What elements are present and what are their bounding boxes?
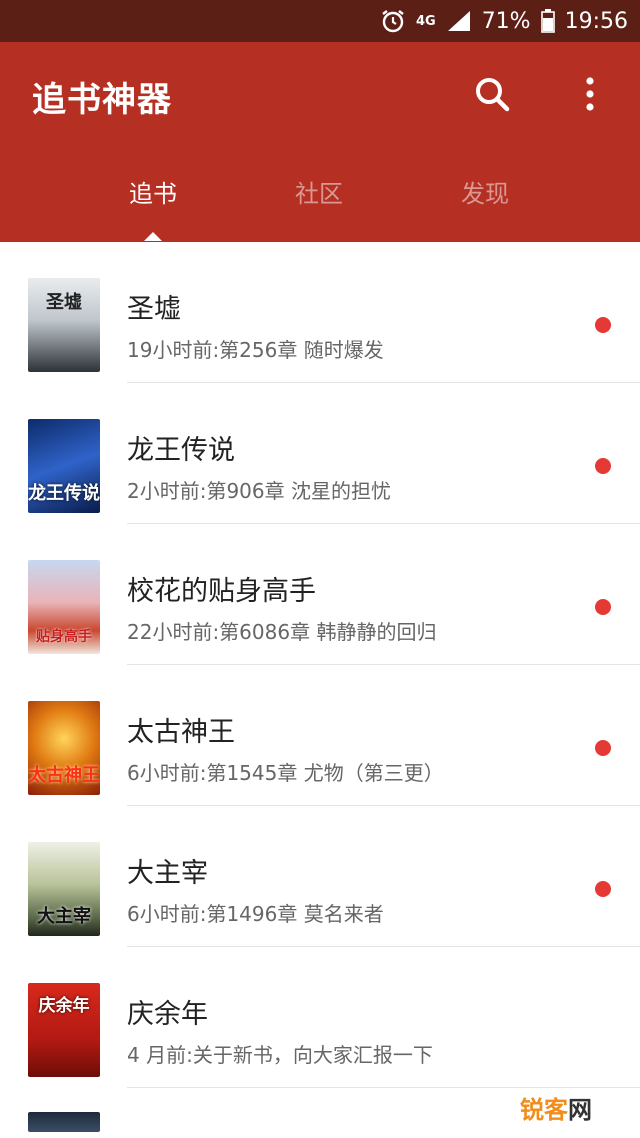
battery-icon <box>540 9 555 33</box>
app-bar: 追书神器 追书 社区 发现 <box>0 42 640 242</box>
status-bar: 4G 71% 19:56 <box>0 0 640 42</box>
cover-title: 大主宰 <box>37 906 91 927</box>
cover-title: 圣墟 <box>46 292 82 313</box>
book-cover: 圣墟 <box>28 278 100 372</box>
book-cover: 大主宰 <box>28 842 100 936</box>
book-latest-chapter: 4 月前:关于新书，向大家汇报一下 <box>127 1043 433 1067</box>
cover-title: 龙王传说 <box>28 483 100 504</box>
book-latest-chapter: 22小时前:第6086章 韩静静的回归 <box>127 620 437 644</box>
tab-label: 追书 <box>129 180 177 208</box>
tab-following[interactable]: 追书 <box>70 166 236 241</box>
cover-title: 庆余年 <box>38 996 90 1016</box>
clock: 19:56 <box>564 8 628 34</box>
more-vertical-icon <box>586 77 594 111</box>
alarm-icon <box>382 10 404 33</box>
cover-title: 贴身高手 <box>36 629 92 645</box>
app-title: 追书神器 <box>32 80 172 120</box>
watermark: 锐客网 <box>520 1090 592 1125</box>
signal-icon <box>447 11 470 31</box>
book-title: 校花的贴身高手 <box>127 576 316 607</box>
book-title: 大主宰 <box>127 858 208 889</box>
unread-dot <box>595 881 611 897</box>
book-title: 龙王传说 <box>127 435 235 466</box>
more-options-button[interactable] <box>570 72 610 116</box>
tab-community[interactable]: 社区 <box>236 166 402 222</box>
tab-discover[interactable]: 发现 <box>402 166 568 222</box>
network-label: 4G <box>415 13 436 29</box>
tab-indicator <box>144 232 162 241</box>
cover-title: 太古神王 <box>28 765 100 786</box>
battery-percent: 71% <box>481 8 531 34</box>
unread-dot <box>595 740 611 756</box>
book-latest-chapter: 6小时前:第1545章 尤物（第三更） <box>127 761 444 785</box>
book-cover: 贴身高手 <box>28 560 100 654</box>
book-latest-chapter: 6小时前:第1496章 莫名来者 <box>127 902 384 926</box>
book-list-item[interactable]: 庆余年 庆余年 4 月前:关于新书，向大家汇报一下 <box>0 947 640 1088</box>
search-button[interactable] <box>470 72 514 116</box>
book-cover <box>28 1112 100 1132</box>
watermark-suffix: 网 <box>568 1096 592 1124</box>
book-list: 圣墟 圣墟 19小时前:第256章 随时爆发 龙王传说 龙王传说 2小时前:第9… <box>0 242 640 1132</box>
book-cover: 龙王传说 <box>28 419 100 513</box>
book-cover: 庆余年 <box>28 983 100 1077</box>
unread-dot <box>595 317 611 333</box>
unread-dot <box>595 599 611 615</box>
book-list-item[interactable]: 龙王传说 龙王传说 2小时前:第906章 沈星的担忧 <box>0 383 640 524</box>
book-latest-chapter: 2小时前:第906章 沈星的担忧 <box>127 479 391 503</box>
tab-label: 社区 <box>295 180 343 208</box>
book-cover: 太古神王 <box>28 701 100 795</box>
book-list-item[interactable]: 圣墟 圣墟 19小时前:第256章 随时爆发 <box>0 242 640 383</box>
search-icon <box>476 78 510 112</box>
book-title: 庆余年 <box>127 999 208 1030</box>
book-latest-chapter: 19小时前:第256章 随时爆发 <box>127 338 384 362</box>
book-title: 太古神王 <box>127 717 235 748</box>
status-icons: 4G 71% 19:56 <box>380 0 628 42</box>
tab-label: 发现 <box>461 180 509 208</box>
book-list-item[interactable]: 大主宰 大主宰 6小时前:第1496章 莫名来者 <box>0 806 640 947</box>
tab-bar: 追书 社区 发现 <box>0 166 640 241</box>
watermark-brand: 锐客 <box>520 1096 568 1124</box>
book-title: 圣墟 <box>127 294 181 325</box>
book-list-item[interactable]: 贴身高手 校花的贴身高手 22小时前:第6086章 韩静静的回归 <box>0 524 640 665</box>
book-list-item[interactable]: 太古神王 太古神王 6小时前:第1545章 尤物（第三更） <box>0 665 640 806</box>
unread-dot <box>595 458 611 474</box>
